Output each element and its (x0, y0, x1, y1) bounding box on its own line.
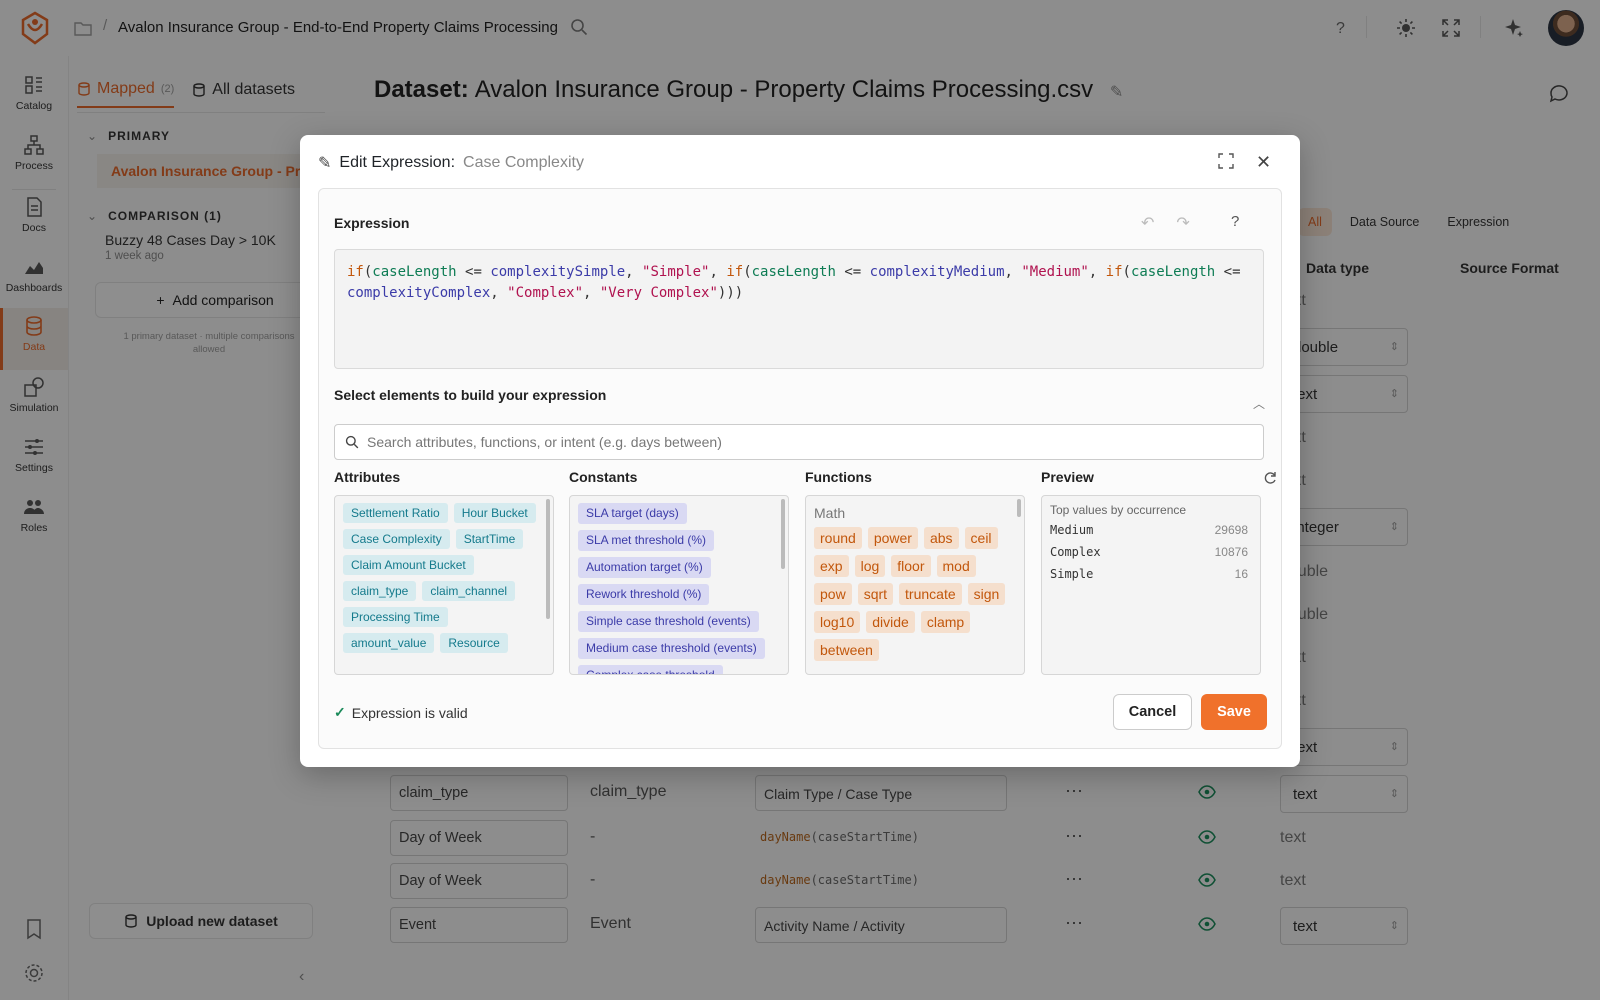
constants-label: Constants (569, 469, 638, 485)
function-chip[interactable]: truncate (899, 583, 962, 605)
constant-chip[interactable]: Complex case threshold (578, 665, 723, 674)
attribute-chip[interactable]: Resource (440, 633, 508, 653)
function-chip[interactable]: ceil (964, 527, 998, 549)
element-search (334, 424, 1264, 460)
function-chip[interactable]: divide (866, 611, 915, 633)
attribute-chip[interactable]: StartTime (455, 529, 524, 549)
preview-value: Complex (1050, 545, 1101, 559)
preview-value: Medium (1050, 523, 1094, 537)
function-chip[interactable]: mod (936, 555, 976, 577)
scrollbar[interactable] (781, 499, 785, 569)
attribute-chip[interactable]: claim_type (343, 581, 417, 601)
validation-status: ✓ Expression is valid (334, 704, 468, 721)
expression-code-editor[interactable]: if(caseLength <= complexitySimple, "Simp… (334, 249, 1264, 369)
functions-column: Functions Math round power abs ceil exp log fl… (805, 469, 1025, 675)
preview-heading: Top values by occurrence (1050, 503, 1187, 517)
preview-label: Preview (1041, 469, 1094, 485)
constant-chips: SLA target (days) SLA met threshold (%) Au… (578, 503, 780, 674)
attribute-chip[interactable]: Processing Time (343, 607, 448, 627)
modal-title: ✎ Edit Expression: Case Complexity (318, 153, 584, 173)
chevron-up-icon[interactable]: ︿ (1253, 395, 1265, 412)
function-chip[interactable]: floor (891, 555, 931, 577)
search-input[interactable] (367, 434, 1247, 450)
modal-title-text: Edit Expression: (339, 154, 456, 171)
preview-row: Complex 10876 (1050, 545, 1252, 567)
preview-column: Preview Top values by occurrence Medium 2… (1041, 469, 1261, 675)
constant-chip[interactable]: Automation target (%) (578, 557, 711, 578)
checkmark-icon: ✓ (334, 704, 346, 720)
constants-column: Constants SLA target (days) SLA met thres… (569, 469, 789, 675)
attribute-chip[interactable]: Claim Amount Bucket (343, 555, 474, 575)
function-chip[interactable]: exp (814, 555, 849, 577)
function-chip[interactable]: pow (814, 583, 852, 605)
help-icon[interactable]: ? (1231, 213, 1239, 230)
constant-chip[interactable]: SLA met threshold (%) (578, 530, 715, 551)
scrollbar[interactable] (1017, 499, 1021, 517)
attribute-chip[interactable]: Settlement Ratio (343, 503, 448, 523)
constant-chip[interactable]: Simple case threshold (events) (578, 611, 759, 632)
edit-pencil-icon: ✎ (318, 155, 332, 172)
constants-list: SLA target (days) SLA met threshold (%) Au… (569, 495, 789, 675)
attribute-chip[interactable]: amount_value (343, 633, 435, 653)
attributes-column: Attributes Settlement Ratio Hour Bucket Ca… (334, 469, 554, 675)
attribute-chip[interactable]: Hour Bucket (453, 503, 536, 523)
attributes-label: Attributes (334, 469, 401, 485)
builder-label: Select elements to build your expression (334, 387, 607, 403)
redo-icon[interactable]: ↷ (1176, 213, 1189, 233)
modal-field-name: Case Complexity (463, 154, 584, 171)
preview-count: 16 (1234, 567, 1248, 581)
function-chip[interactable]: power (867, 527, 918, 549)
attribute-chip[interactable]: claim_channel (422, 581, 516, 601)
attribute-chip[interactable]: Case Complexity (343, 529, 450, 549)
scrollbar[interactable] (546, 499, 550, 619)
refresh-icon[interactable] (1263, 471, 1277, 485)
cancel-button[interactable]: Cancel (1113, 694, 1192, 730)
expression-label: Expression (334, 215, 410, 231)
function-chip[interactable]: clamp (920, 611, 971, 633)
constant-chip[interactable]: Medium case threshold (events) (578, 638, 765, 659)
search-icon (345, 435, 359, 449)
attribute-chips: Settlement Ratio Hour Bucket Case Complexi… (343, 503, 545, 653)
expand-icon[interactable] (1218, 153, 1234, 169)
function-chip[interactable]: between (814, 639, 879, 661)
expression-editor: Expression ↶ ↷ ? if(caseLength <= comple… (318, 188, 1282, 749)
function-chip[interactable]: sqrt (857, 583, 894, 605)
edit-expression-modal: ✎ Edit Expression: Case Complexity ✕ Exp… (300, 135, 1300, 767)
preview-row: Medium 29698 (1050, 523, 1252, 545)
preview-count: 29698 (1214, 523, 1248, 537)
preview-row: Simple 16 (1050, 567, 1252, 589)
preview-panel: Top values by occurrence Medium 29698 Comp… (1041, 495, 1261, 675)
constant-chip[interactable]: Rework threshold (%) (578, 584, 710, 605)
constant-chip[interactable]: SLA target (days) (578, 503, 687, 524)
validation-text: Expression is valid (351, 704, 468, 721)
save-button[interactable]: Save (1201, 694, 1267, 730)
function-chip[interactable]: sign (967, 583, 1006, 605)
function-group-label: Math (814, 505, 846, 521)
function-chips: round power abs ceil exp log floor mod pow sqrt tr… (814, 527, 1016, 661)
functions-label: Functions (805, 469, 872, 485)
preview-value: Simple (1050, 567, 1094, 581)
function-chip[interactable]: log (854, 555, 886, 577)
close-icon[interactable]: ✕ (1256, 152, 1271, 173)
function-chip[interactable]: log10 (814, 611, 861, 633)
preview-count: 10876 (1214, 545, 1248, 559)
function-chip[interactable]: round (814, 527, 862, 549)
functions-list: Math round power abs ceil exp log floor mod pow s… (805, 495, 1025, 675)
undo-icon[interactable]: ↶ (1141, 213, 1154, 233)
attributes-list: Settlement Ratio Hour Bucket Case Complexi… (334, 495, 554, 675)
function-chip[interactable]: abs (923, 527, 959, 549)
